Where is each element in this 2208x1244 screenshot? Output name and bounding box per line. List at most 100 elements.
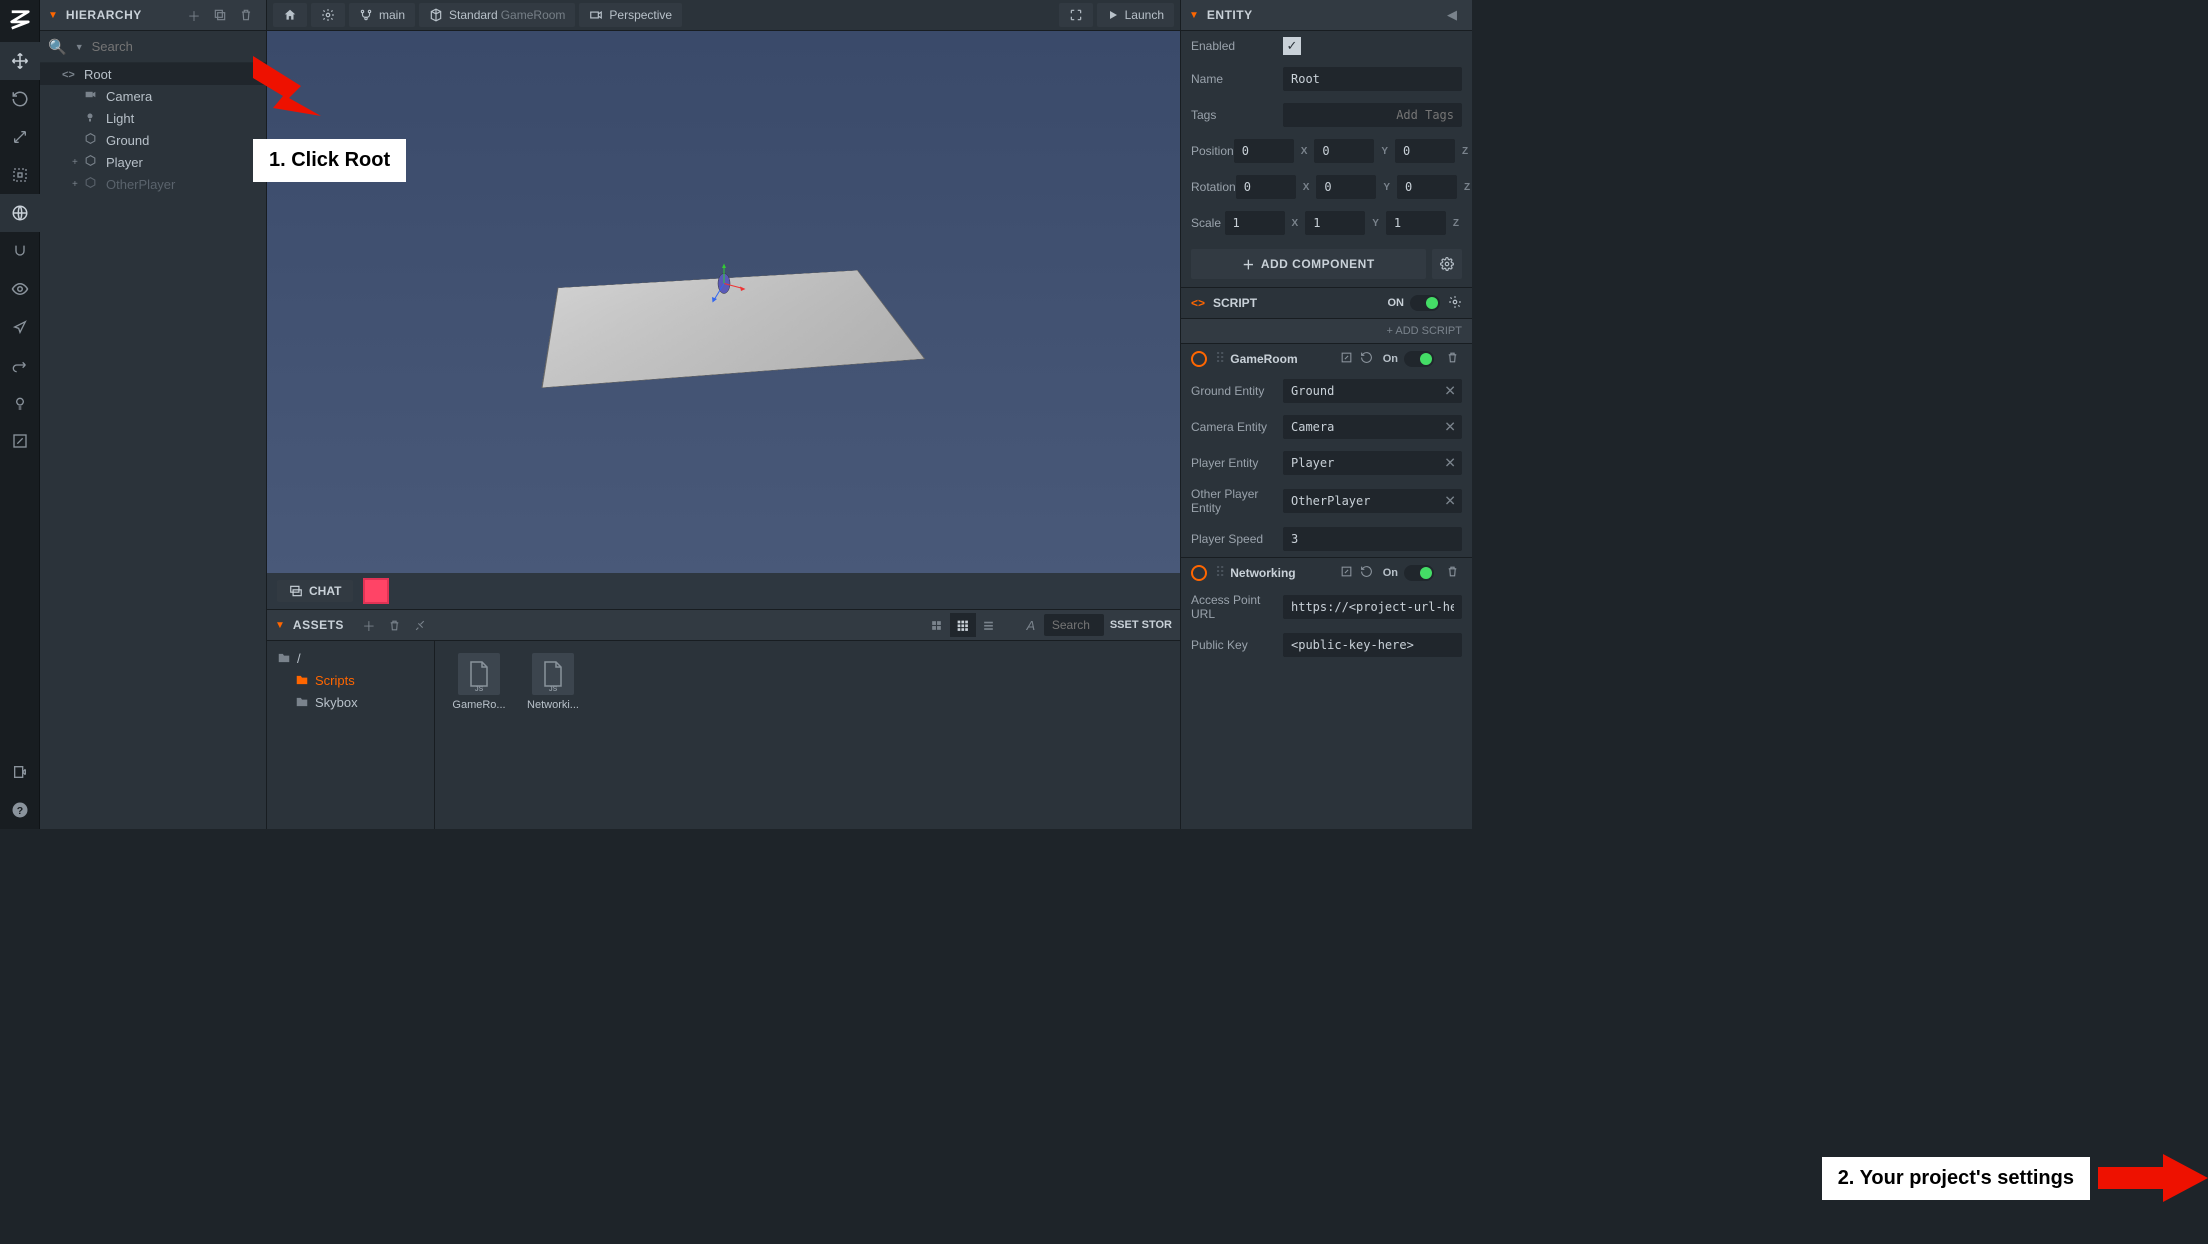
script-component-header: <> SCRIPT ON — [1181, 287, 1472, 319]
viewport-3d[interactable]: CHAT 1. Click Root — [267, 31, 1180, 609]
position-x-input[interactable] — [1234, 139, 1294, 163]
field-input[interactable] — [1283, 595, 1462, 619]
chevron-down-icon[interactable]: ▼ — [1189, 10, 1199, 21]
field-input[interactable] — [1283, 379, 1462, 403]
hierarchy-item-ground[interactable]: Ground — [40, 129, 266, 151]
tool-editor[interactable] — [0, 422, 40, 460]
hierarchy-item-light[interactable]: Light — [40, 107, 266, 129]
tool-snap[interactable] — [0, 232, 40, 270]
tool-element[interactable] — [0, 156, 40, 194]
scale-x-input[interactable] — [1225, 211, 1285, 235]
asset-item[interactable]: JSNetworki... — [525, 653, 581, 711]
asset-folder[interactable]: / — [267, 647, 434, 669]
home-button[interactable] — [273, 3, 307, 27]
tool-scale[interactable] — [0, 118, 40, 156]
hierarchy-search: 🔍 ▼ — [40, 31, 266, 63]
parse-script-button[interactable] — [1357, 351, 1377, 367]
hierarchy-item-camera[interactable]: Camera — [40, 85, 266, 107]
clear-ref-button[interactable]: ✕ — [1444, 455, 1456, 472]
logo — [4, 4, 36, 36]
script-instance-header: ⠿ Networking On — [1181, 557, 1472, 587]
hierarchy-item-player[interactable]: +Player — [40, 151, 266, 173]
add-component-button[interactable]: ＋ ADD COMPONENT — [1191, 249, 1426, 279]
field-input[interactable] — [1283, 489, 1462, 513]
chevron-down-icon[interactable]: ▼ — [275, 620, 285, 631]
clear-ref-button[interactable]: ✕ — [1444, 419, 1456, 436]
scale-z-input[interactable] — [1386, 211, 1446, 235]
settings-button[interactable] — [311, 3, 345, 27]
add-entity-button[interactable]: ＋ — [182, 3, 206, 27]
parse-script-button[interactable] — [1357, 565, 1377, 581]
camera-mode-button[interactable]: Perspective — [579, 3, 682, 27]
collapse-inspector-button[interactable]: ◀ — [1440, 3, 1464, 27]
clear-ref-button[interactable]: ✕ — [1444, 383, 1456, 400]
branch-button[interactable]: main — [349, 3, 415, 27]
tool-visibility[interactable] — [0, 270, 40, 308]
drag-handle-icon[interactable]: ⠿ — [1215, 564, 1222, 581]
view-large-button[interactable] — [924, 613, 950, 637]
asset-folder[interactable]: Scripts — [267, 669, 434, 691]
shading-button[interactable]: StandardGameRoom — [419, 3, 575, 27]
rotation-y-input[interactable] — [1316, 175, 1376, 199]
asset-item[interactable]: JSGameRo... — [451, 653, 507, 711]
scale-y-input[interactable] — [1305, 211, 1365, 235]
component-settings-button[interactable] — [1432, 249, 1462, 279]
tool-lightmap[interactable] — [0, 384, 40, 422]
delete-script-button[interactable] — [1442, 351, 1462, 367]
script-name: Networking — [1230, 566, 1336, 580]
drag-handle-icon[interactable]: ⠿ — [1215, 350, 1222, 367]
rotation-x-input[interactable] — [1236, 175, 1296, 199]
script-toggle[interactable] — [1404, 565, 1434, 581]
position-z-input[interactable] — [1395, 139, 1455, 163]
field-input[interactable] — [1283, 527, 1462, 551]
script-toggle[interactable] — [1404, 351, 1434, 367]
svg-text:?: ? — [16, 805, 22, 817]
delete-button[interactable] — [234, 3, 258, 27]
scale-label: Scale — [1191, 216, 1225, 230]
tool-translate[interactable] — [0, 42, 40, 80]
user-avatar[interactable] — [363, 578, 389, 604]
field-input[interactable] — [1283, 451, 1462, 475]
inspector-title: ENTITY — [1207, 8, 1253, 22]
field-input[interactable] — [1283, 633, 1462, 657]
assets-delete-button[interactable] — [382, 613, 408, 637]
tool-world[interactable] — [0, 194, 40, 232]
script-enabled-toggle[interactable] — [1410, 295, 1440, 311]
delete-script-button[interactable] — [1442, 565, 1462, 581]
entity-name-input[interactable] — [1283, 67, 1462, 91]
tool-publish[interactable] — [0, 753, 40, 791]
hierarchy-search-input[interactable] — [92, 39, 268, 54]
assets-search-input[interactable] — [1044, 614, 1104, 636]
tags-input[interactable] — [1283, 103, 1462, 127]
view-small-button[interactable] — [950, 613, 976, 637]
edit-script-button[interactable] — [1337, 565, 1357, 581]
script-instance-header: ⠿ GameRoom On — [1181, 343, 1472, 373]
launch-button[interactable]: Launch — [1097, 3, 1174, 27]
asset-folder[interactable]: Skybox — [267, 691, 434, 713]
add-script-button[interactable]: + ADD SCRIPT — [1181, 319, 1472, 343]
tool-redo[interactable] — [0, 346, 40, 384]
edit-script-button[interactable] — [1337, 351, 1357, 367]
assets-add-button[interactable]: ＋ — [356, 613, 382, 637]
tool-help[interactable]: ? — [0, 791, 40, 829]
hierarchy-item-root[interactable]: <>Root — [40, 63, 266, 85]
enabled-checkbox[interactable]: ✓ — [1283, 37, 1301, 55]
chevron-down-icon[interactable]: ▼ — [48, 10, 58, 21]
component-gear-button[interactable] — [1448, 295, 1462, 312]
fullscreen-button[interactable] — [1059, 3, 1093, 27]
assets-pin-button[interactable] — [408, 613, 434, 637]
position-y-input[interactable] — [1314, 139, 1374, 163]
chat-button[interactable]: CHAT — [277, 580, 353, 602]
duplicate-button[interactable] — [208, 3, 232, 27]
assets-filter-button[interactable]: A — [1018, 613, 1044, 637]
hierarchy-tree: <>RootCameraLightGround+Player+OtherPlay… — [40, 63, 266, 829]
field-input[interactable] — [1283, 415, 1462, 439]
tool-focus[interactable] — [0, 308, 40, 346]
clear-ref-button[interactable]: ✕ — [1444, 493, 1456, 510]
search-dropdown-icon[interactable]: ▼ — [75, 42, 84, 52]
tool-rotate[interactable] — [0, 80, 40, 118]
rotation-z-input[interactable] — [1397, 175, 1457, 199]
hierarchy-item-otherplayer[interactable]: +OtherPlayer — [40, 173, 266, 195]
asset-store-button[interactable]: SSET STOR — [1110, 619, 1172, 631]
view-list-button[interactable] — [976, 613, 1002, 637]
